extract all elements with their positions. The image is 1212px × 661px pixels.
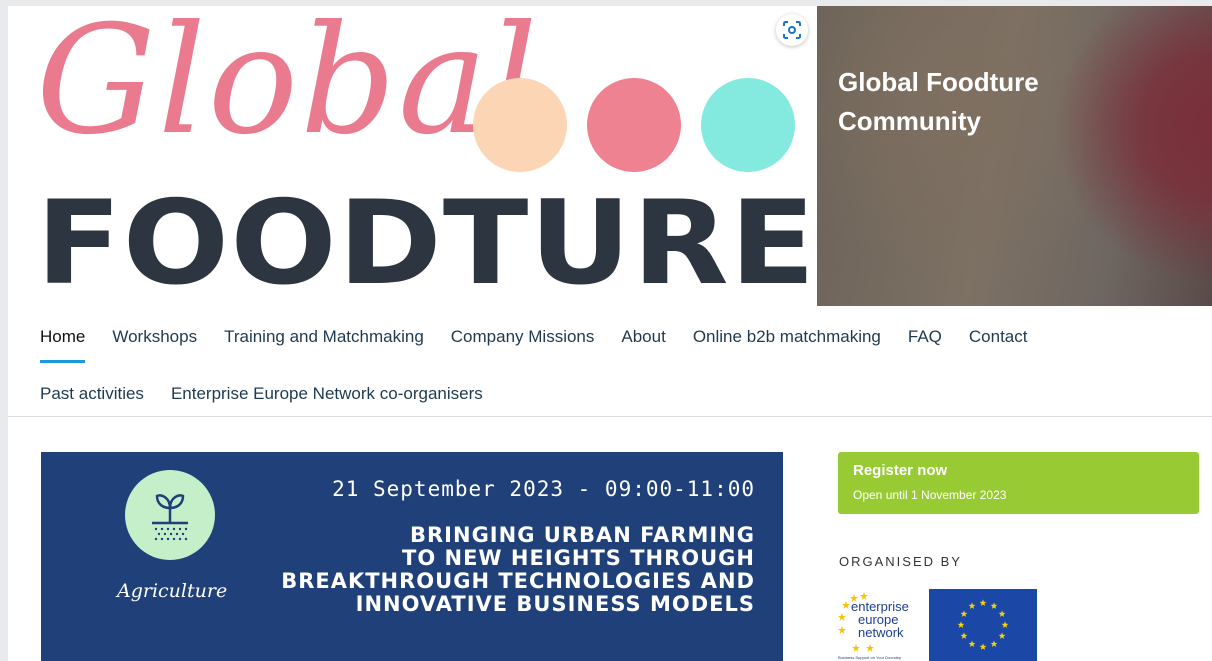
visual-search-button[interactable] xyxy=(776,14,808,46)
event-title: BRINGING URBAN FARMING TO NEW HEIGHTS TH… xyxy=(281,524,755,616)
logo-dot-turquoise xyxy=(701,78,795,172)
logo-dot-peach xyxy=(473,78,567,172)
register-label: Register now xyxy=(853,462,948,479)
community-title-line2: Community xyxy=(838,106,981,136)
nav-row-1: Home Workshops Training and Matchmaking … xyxy=(40,324,1212,363)
eu-star xyxy=(1001,621,1009,628)
een-logo[interactable]: enterprise europe network Business Suppo… xyxy=(836,589,922,661)
logo-script-word: Global xyxy=(36,6,540,168)
nav-item-faq[interactable]: FAQ xyxy=(908,327,942,347)
eu-star xyxy=(979,643,987,650)
register-deadline: Open until 1 November 2023 xyxy=(853,488,1007,502)
nav-item-contact[interactable]: Contact xyxy=(969,327,1028,347)
event-title-line: BRINGING URBAN FARMING xyxy=(410,523,755,547)
community-title-line1: Global Foodture xyxy=(838,67,1039,97)
eu-star xyxy=(998,610,1006,617)
hero-photo: Global Foodture Community xyxy=(817,6,1212,306)
hero-header: Global FOODTURE Global Foodture Communit… xyxy=(8,6,1212,306)
event-title-line: INNOVATIVE BUSINESS MODELS xyxy=(355,592,755,616)
nav-item-about[interactable]: About xyxy=(621,327,665,347)
visual-search-icon xyxy=(783,21,801,39)
eu-star xyxy=(960,610,968,617)
nav-item-online-b2b-matchmaking[interactable]: Online b2b matchmaking xyxy=(693,327,881,347)
organised-by-heading: ORGANISED BY xyxy=(839,554,962,569)
eu-star xyxy=(990,640,998,647)
sprout-icon xyxy=(125,470,215,560)
eu-star xyxy=(979,599,987,606)
eu-flag[interactable] xyxy=(929,589,1037,661)
event-title-line: TO NEW HEIGHTS THROUGH xyxy=(402,546,755,570)
eu-star xyxy=(998,632,1006,639)
nav-item-training-and-matchmaking[interactable]: Training and Matchmaking xyxy=(224,327,424,347)
community-title: Global Foodture Community xyxy=(838,63,1039,141)
eu-star xyxy=(990,602,998,609)
event-category: Agriculture xyxy=(117,580,228,602)
event-banner[interactable]: Agriculture 21 September 2023 - 09:00-11… xyxy=(41,452,783,661)
logo-main-word: FOODTURE xyxy=(36,176,817,311)
nav-item-workshops[interactable]: Workshops xyxy=(112,327,197,347)
nav-item-company-missions[interactable]: Company Missions xyxy=(451,327,595,347)
eu-star xyxy=(960,632,968,639)
een-logo-tagline: Business Support on Your Doorstep xyxy=(838,655,902,660)
nav-item-past-activities[interactable]: Past activities xyxy=(40,384,144,404)
eu-star xyxy=(957,621,965,628)
nav-item-home[interactable]: Home xyxy=(40,327,86,363)
site-logo[interactable]: Global FOODTURE xyxy=(8,6,817,306)
page: Global FOODTURE Global Foodture Communit… xyxy=(8,6,1212,661)
main-navigation: Home Workshops Training and Matchmaking … xyxy=(40,324,1212,407)
register-now-button[interactable]: Register now Open until 1 November 2023 xyxy=(838,452,1199,514)
event-date: 21 September 2023 - 09:00-11:00 xyxy=(332,477,755,501)
event-title-line: BREAKTHROUGH TECHNOLOGIES AND xyxy=(281,569,755,593)
eu-star xyxy=(968,602,976,609)
logo-dot-pink xyxy=(587,78,681,172)
nav-row-2: Past activities Enterprise Europe Networ… xyxy=(40,381,1212,407)
header-divider xyxy=(8,416,1212,417)
nav-item-een-co-organisers[interactable]: Enterprise Europe Network co-organisers xyxy=(171,384,483,404)
een-logo-word-3: network xyxy=(858,625,904,640)
eu-star xyxy=(968,640,976,647)
